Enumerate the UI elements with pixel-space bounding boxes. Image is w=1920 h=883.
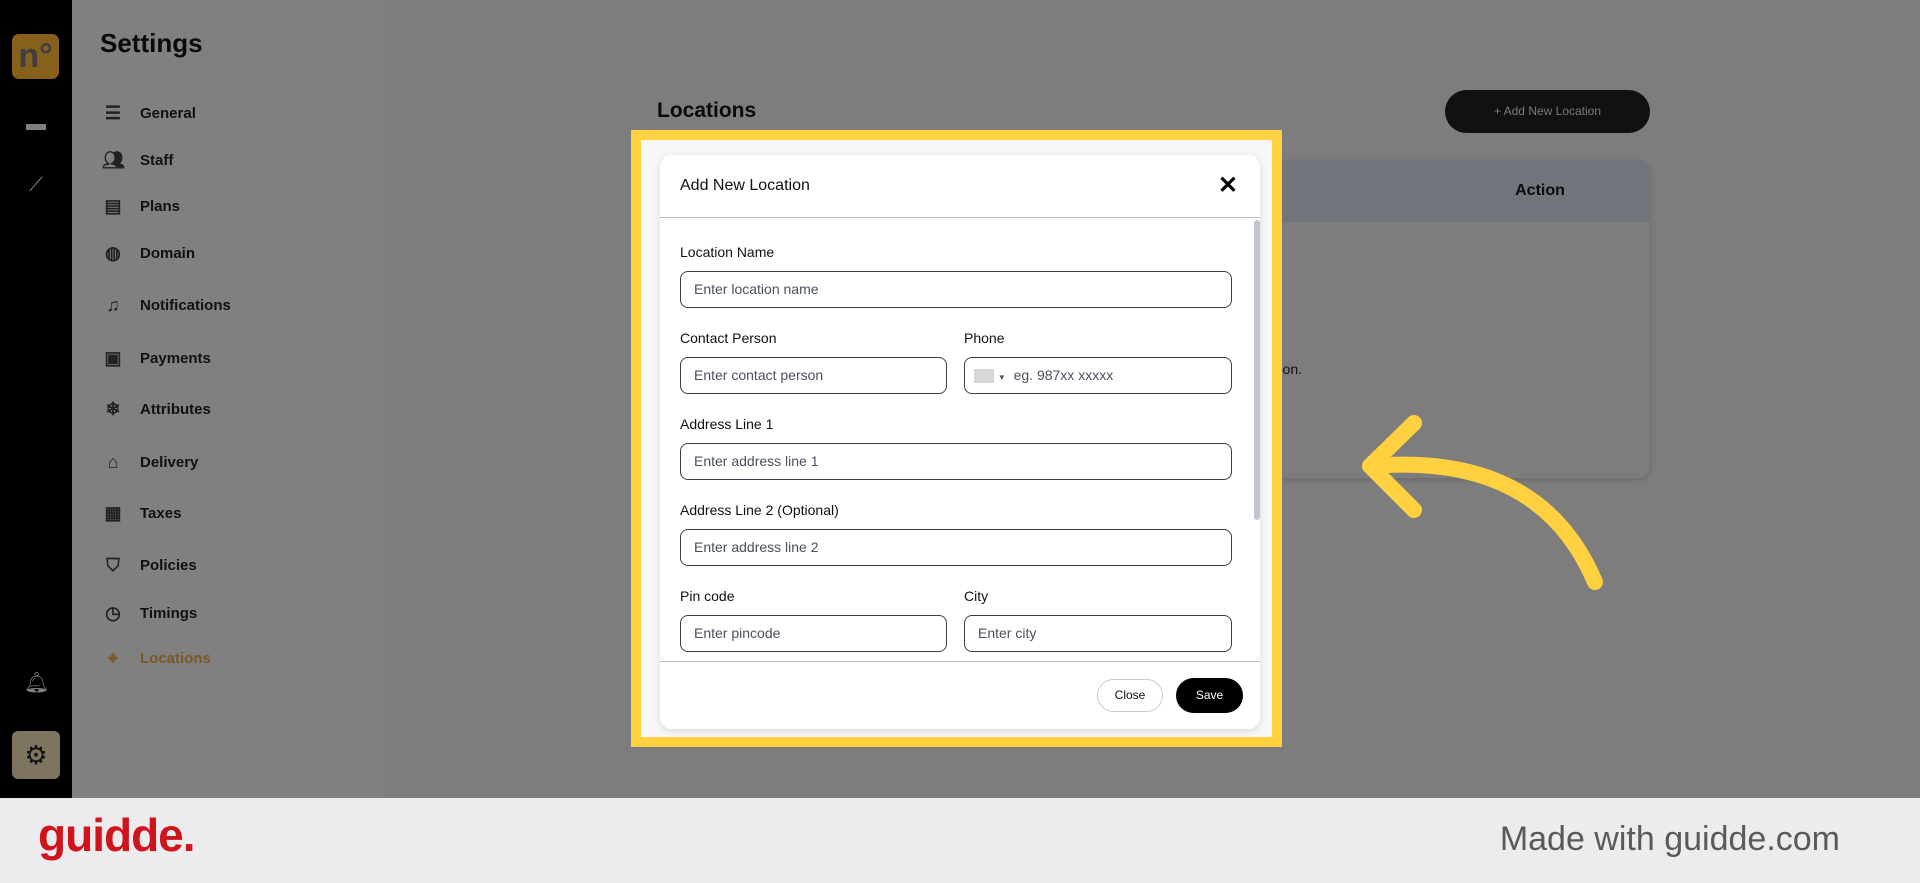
pointer-arrow-icon (1362, 415, 1603, 590)
guidde-logo: guidde. (38, 809, 196, 861)
guidde-footer: guidde. Made with guidde.com (0, 798, 1920, 883)
made-with-text: Made with guidde.com (1499, 820, 1840, 858)
